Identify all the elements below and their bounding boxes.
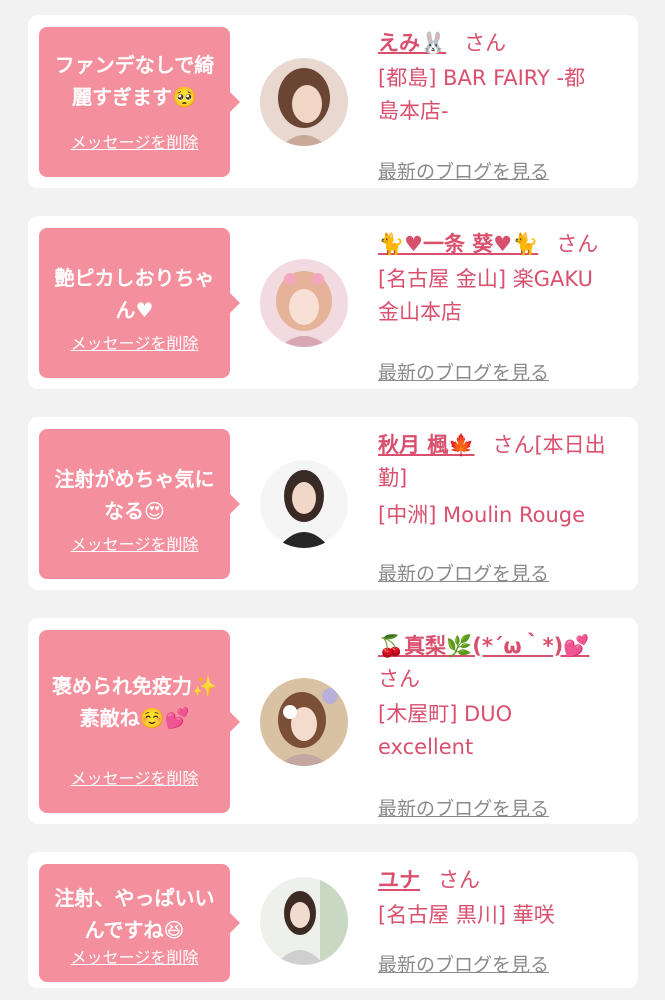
message-text: 褒められ免疫力✨ 素敵ね☺️💕 [39, 670, 230, 734]
cast-name-link[interactable]: 秋月 楓🍁 [378, 433, 474, 457]
message-card: 艶ピカしおりちゃ ん♥ メッセージを削除 🐈♥一条 葵♥🐈 さん [名古屋 金山]… [28, 216, 638, 389]
message-line: ん♥ [115, 298, 154, 322]
latest-blog-link[interactable]: 最新のブログを見る [378, 361, 549, 385]
latest-blog-link[interactable]: 最新のブログを見る [378, 160, 549, 184]
message-bubble: 褒められ免疫力✨ 素敵ね☺️💕 メッセージを削除 [39, 630, 240, 813]
shop-name: [都島] BAR FAIRY -都 島本店- [378, 62, 628, 128]
shop-line: 島本店- [378, 99, 449, 123]
shop-name: [中洲] Moulin Rouge [378, 499, 628, 532]
honorific-continued: 勤] [378, 466, 408, 490]
message-text: 注射、やっぱいい んですね😆 [39, 882, 230, 946]
delete-message-link[interactable]: メッセージを削除 [39, 334, 230, 354]
delete-message-link[interactable]: メッセージを削除 [39, 133, 230, 153]
shop-line: [名古屋 金山] 楽GAKU [378, 267, 593, 291]
latest-blog-link[interactable]: 最新のブログを見る [378, 953, 549, 977]
message-line: 素敵ね☺️💕 [79, 706, 190, 730]
message-list: ファンデなしで綺 麗すぎます🥺 メッセージを削除 えみ🐰 さん [都島] BAR … [0, 0, 665, 1000]
honorific: さん[本日出 [492, 433, 606, 457]
honorific: さん [556, 232, 599, 256]
message-line: 注射、やっぱいい [54, 886, 215, 910]
honorific-continued: さん [378, 667, 420, 691]
cast-info: 秋月 楓🍁 さん[本日出 勤] [中洲] Moulin Rouge 最新のブログを… [378, 429, 628, 585]
latest-blog-link[interactable]: 最新のブログを見る [378, 562, 549, 586]
message-line: 褒められ免疫力✨ [52, 674, 217, 698]
avatar[interactable] [260, 678, 348, 766]
shop-line: [中洲] Moulin Rouge [378, 503, 586, 527]
avatar[interactable] [260, 460, 348, 548]
delete-message-link[interactable]: メッセージを削除 [39, 535, 230, 555]
honorific: さん [464, 31, 507, 55]
honorific: さん [438, 868, 480, 892]
cast-info: ユナ さん [名古屋 黒川] 華咲 最新のブログを見る [378, 864, 628, 976]
cast-name-link[interactable]: えみ🐰 [378, 31, 446, 55]
avatar[interactable] [260, 877, 348, 965]
message-line: なる😍 [104, 499, 165, 523]
shop-line: 金山本店 [378, 300, 462, 324]
shop-name: [名古屋 黒川] 華咲 [378, 899, 628, 932]
shop-line: [木屋町] DUO [378, 702, 513, 726]
cast-name-link[interactable]: ユナ [378, 868, 420, 892]
avatar[interactable] [260, 259, 348, 347]
cast-info: えみ🐰 さん [都島] BAR FAIRY -都 島本店- 最新のブログを見る [378, 27, 628, 183]
shop-line: [名古屋 黒川] 華咲 [378, 903, 555, 927]
latest-blog-link[interactable]: 最新のブログを見る [378, 797, 549, 821]
message-card: 注射、やっぱいい んですね😆 メッセージを削除 ユナ さん [名古屋 黒川] 華咲… [28, 852, 638, 988]
message-line: 艶ピカしおりちゃ [54, 266, 215, 290]
message-bubble: 注射、やっぱいい んですね😆 メッセージを削除 [39, 864, 240, 982]
shop-line: [都島] BAR FAIRY -都 [378, 66, 586, 90]
cast-name-link[interactable]: 🍒真梨🌿(*´ω｀*)💕 [378, 634, 589, 658]
message-line: ファンデなしで綺 [54, 53, 215, 77]
cast-name-link[interactable]: 🐈♥一条 葵♥🐈 [378, 232, 538, 256]
shop-name: [名古屋 金山] 楽GAKU 金山本店 [378, 263, 628, 329]
shop-name: [木屋町] DUO excellent [378, 698, 628, 764]
message-text: 注射がめちゃ気に なる😍 [39, 463, 230, 527]
message-card: 注射がめちゃ気に なる😍 メッセージを削除 秋月 楓🍁 さん[本日出 勤] [中洲… [28, 417, 638, 590]
message-text: ファンデなしで綺 麗すぎます🥺 [39, 49, 230, 113]
message-line: 注射がめちゃ気に [54, 467, 215, 491]
shop-line: excellent [378, 735, 474, 759]
cast-info: 🍒真梨🌿(*´ω｀*)💕 さん [木屋町] DUO excellent 最新のブ… [378, 630, 628, 820]
message-bubble: 注射がめちゃ気に なる😍 メッセージを削除 [39, 429, 240, 579]
message-line: んですね😆 [84, 918, 185, 942]
message-line: 麗すぎます🥺 [72, 85, 197, 109]
delete-message-link[interactable]: メッセージを削除 [39, 769, 230, 789]
message-card: 褒められ免疫力✨ 素敵ね☺️💕 メッセージを削除 🍒真梨🌿(*´ω｀*)💕 さん… [28, 618, 638, 824]
message-text: 艶ピカしおりちゃ ん♥ [39, 262, 230, 326]
cast-info: 🐈♥一条 葵♥🐈 さん [名古屋 金山] 楽GAKU 金山本店 最新のブログを見る [378, 228, 628, 384]
delete-message-link[interactable]: メッセージを削除 [39, 948, 230, 968]
avatar[interactable] [260, 58, 348, 146]
message-card: ファンデなしで綺 麗すぎます🥺 メッセージを削除 えみ🐰 さん [都島] BAR … [28, 15, 638, 188]
message-bubble: ファンデなしで綺 麗すぎます🥺 メッセージを削除 [39, 27, 240, 177]
message-bubble: 艶ピカしおりちゃ ん♥ メッセージを削除 [39, 228, 240, 378]
